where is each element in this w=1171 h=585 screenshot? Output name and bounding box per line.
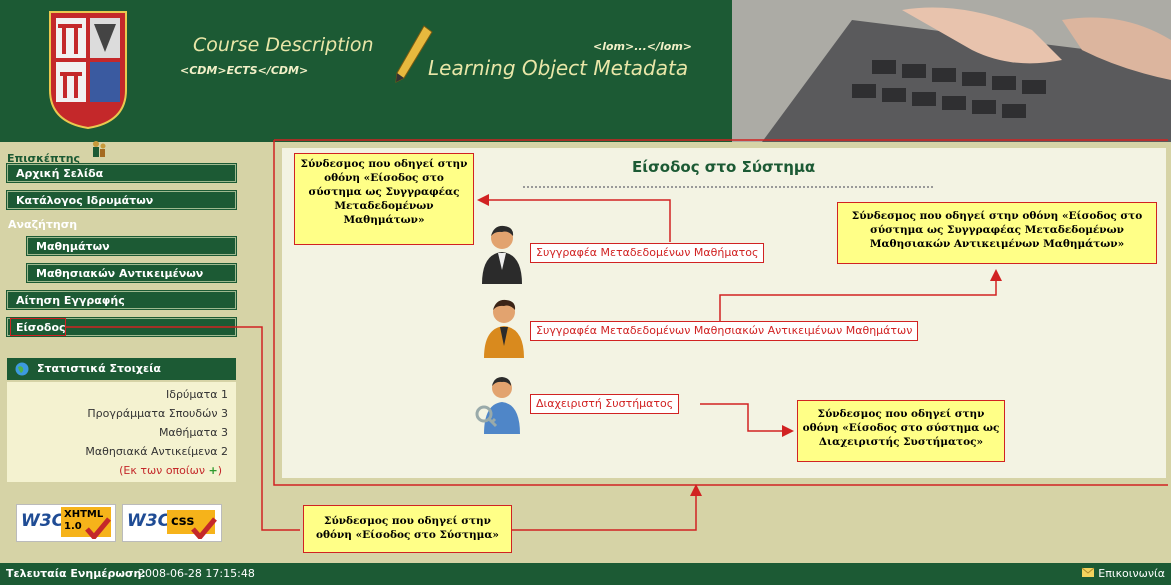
- annotation-arrows: [66, 139, 1168, 531]
- footer: Τελευταία Ενημέρωση: 2008-06-28 17:15:48…: [0, 563, 1171, 585]
- note-admin: Σύνδεσμος που οδηγεί στην οθόνη «Είσοδος…: [797, 400, 1005, 462]
- last-updated-label: Τελευταία Ενημέρωση:: [6, 567, 146, 580]
- link-lo-author[interactable]: Συγγραφέα Μεταδεδομένων Μαθησιακών Αντικ…: [530, 321, 919, 341]
- contact-link[interactable]: Επικοινωνία: [1081, 563, 1165, 585]
- contact-label: Επικοινωνία: [1098, 567, 1165, 580]
- admin-icon: [475, 377, 520, 434]
- envelope-icon: [1081, 567, 1095, 577]
- note-course-author: Σύνδεσμος που οδηγεί στην οθόνη «Είσοδος…: [294, 153, 474, 245]
- link-admin[interactable]: Διαχειριστή Συστήματος: [530, 394, 680, 414]
- note-login: Σύνδεσμος που οδηγεί στην οθόνη «Είσοδος…: [303, 505, 512, 553]
- link-course-author[interactable]: Συγγραφέα Μεταδεδομένων Μαθήματος: [530, 243, 765, 263]
- lo-author-icon: [484, 299, 524, 358]
- note-lo-author: Σύνδεσμος που οδηγεί στην οθόνη «Είσοδος…: [837, 202, 1157, 264]
- course-author-icon: [482, 225, 522, 284]
- last-updated-value: 2008-06-28 17:15:48: [138, 567, 255, 580]
